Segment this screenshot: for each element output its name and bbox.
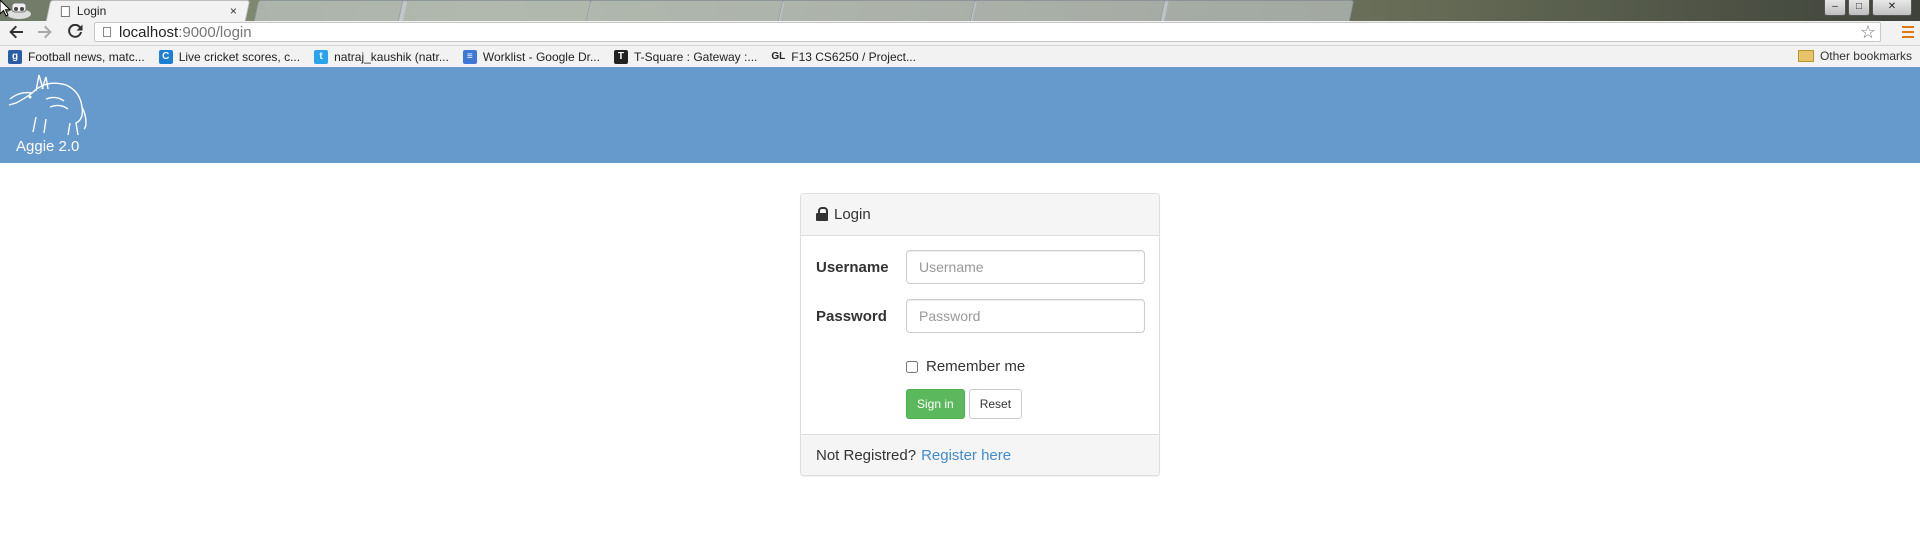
- google-docs-icon: ≡: [462, 49, 477, 64]
- window-controls: – □ ✕: [1824, 0, 1912, 16]
- page-icon: [103, 27, 111, 37]
- bookmark-label: F13 CS6250 / Project...: [791, 49, 916, 64]
- tab-background[interactable]: [585, 0, 786, 21]
- password-row: Password: [816, 299, 1145, 333]
- back-arrow-icon: [9, 25, 23, 39]
- minimize-button[interactable]: –: [1824, 0, 1846, 16]
- reload-button[interactable]: [66, 23, 84, 42]
- login-panel-footer: Not Registred? Register here: [801, 434, 1159, 475]
- reload-icon: [68, 23, 83, 38]
- login-panel-heading: Login: [801, 194, 1159, 236]
- chrome-menu-icon[interactable]: [1902, 26, 1914, 41]
- tab-background[interactable]: [1159, 0, 1355, 21]
- bookmark-item[interactable]: T T-Square : Gateway :...: [613, 49, 758, 64]
- other-bookmarks-label: Other bookmarks: [1819, 49, 1912, 63]
- username-input[interactable]: [906, 250, 1145, 284]
- tab-background[interactable]: [777, 0, 978, 21]
- lock-icon: [816, 207, 828, 221]
- mouse-cursor-icon: [0, 0, 12, 17]
- forward-arrow-icon: [38, 25, 52, 39]
- tab-close-icon[interactable]: ×: [230, 4, 237, 18]
- bookmark-label: Live cricket scores, c...: [178, 49, 301, 64]
- browser-tab-strip: Login × – □ ✕: [0, 0, 1920, 21]
- bookmark-item[interactable]: ≡ Worklist - Google Dr...: [462, 49, 600, 64]
- browser-toolbar: localhost:9000/login ☆: [0, 21, 1920, 46]
- login-panel: Login Username Password Remember me Sign…: [800, 193, 1160, 476]
- tsquare-icon: T: [613, 49, 628, 64]
- tab-background[interactable]: [397, 0, 593, 21]
- bookmark-star-icon[interactable]: ☆: [1860, 23, 1876, 41]
- reset-button[interactable]: Reset: [968, 389, 1023, 419]
- remember-me-checkbox[interactable]: [906, 360, 918, 373]
- bookmarks-bar: g Football news, matc... C Live cricket sco…: [0, 46, 1920, 68]
- username-label: Username: [816, 258, 889, 276]
- bookmark-item[interactable]: GL F13 CS6250 / Project...: [771, 49, 916, 64]
- brand-name[interactable]: Aggie 2.0: [16, 138, 79, 155]
- register-link[interactable]: Register here: [921, 447, 1011, 464]
- cricinfo-icon: C: [158, 49, 173, 64]
- sign-in-button[interactable]: Sign in: [906, 389, 965, 419]
- forward-button[interactable]: [35, 24, 53, 42]
- bookmark-label: Worklist - Google Dr...: [482, 49, 600, 64]
- bookmark-label: Football news, matc...: [28, 49, 145, 64]
- goal-icon: g: [8, 49, 22, 64]
- maximize-button[interactable]: □: [1848, 0, 1870, 16]
- page-icon: [60, 5, 70, 17]
- address-bar[interactable]: localhost:9000/login: [94, 22, 1881, 42]
- tab-background[interactable]: [253, 0, 409, 21]
- close-window-button[interactable]: ✕: [1872, 0, 1912, 16]
- form-actions: Sign in Reset: [906, 389, 1023, 419]
- folder-icon: [1797, 50, 1814, 62]
- url-path: :9000/login: [178, 23, 252, 41]
- password-label: Password: [816, 307, 887, 325]
- address-url[interactable]: localhost:9000/login: [119, 24, 252, 41]
- tab-background[interactable]: [969, 0, 1170, 21]
- app-header: Aggie 2.0: [0, 67, 1920, 163]
- tab-login[interactable]: Login ×: [45, 0, 251, 21]
- twitter-icon: t: [314, 49, 329, 64]
- bookmark-item[interactable]: g Football news, matc...: [8, 49, 145, 64]
- url-host: localhost: [119, 23, 179, 41]
- tab-title: Login: [76, 4, 107, 18]
- back-button[interactable]: [8, 24, 26, 42]
- password-input[interactable]: [906, 299, 1145, 333]
- remember-me-row: Remember me: [906, 358, 1025, 375]
- username-row: Username: [816, 250, 1145, 284]
- login-title: Login: [834, 206, 871, 223]
- bookmark-item[interactable]: t natraj_kaushik (natr...: [314, 49, 449, 64]
- bookmark-item[interactable]: C Live cricket scores, c...: [158, 49, 301, 64]
- other-bookmarks[interactable]: Other bookmarks: [1797, 49, 1912, 63]
- remember-me-label[interactable]: Remember me: [926, 358, 1025, 375]
- bookmark-label: natraj_kaushik (natr...: [334, 49, 449, 64]
- not-registered-text: Not Registred?: [816, 446, 917, 464]
- gitlab-icon: GL: [771, 49, 786, 64]
- bookmark-label: T-Square : Gateway :...: [633, 49, 758, 64]
